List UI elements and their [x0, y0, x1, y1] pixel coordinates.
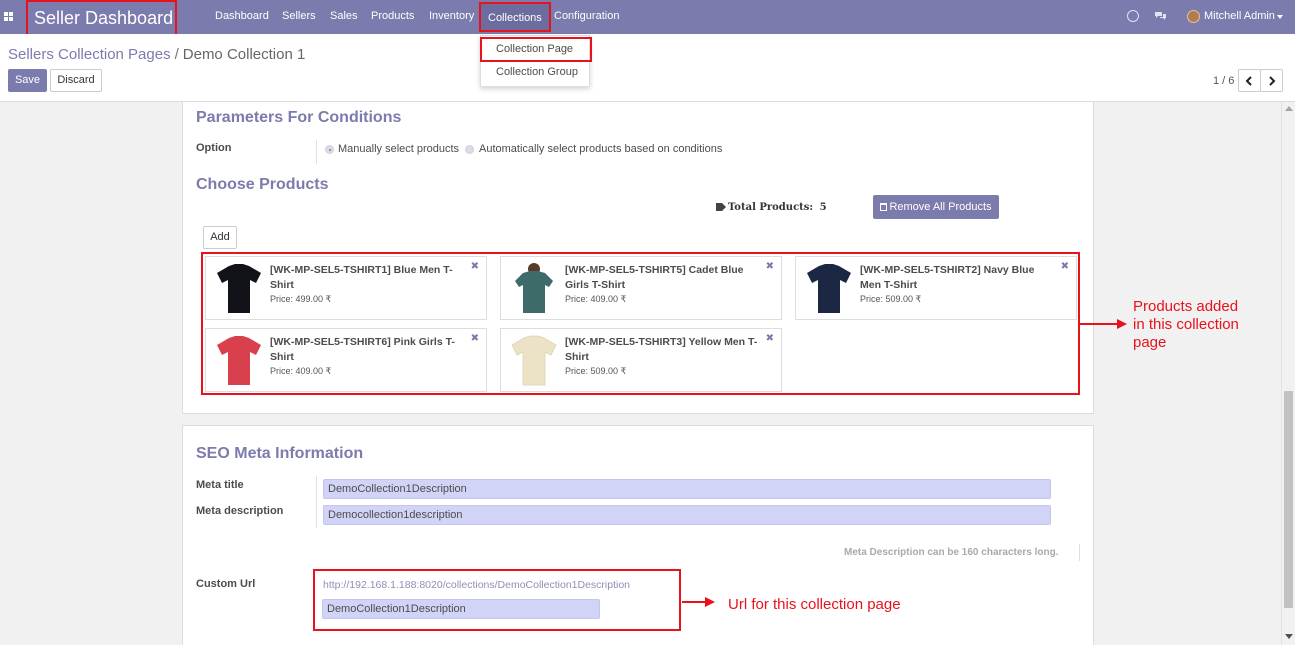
apps-grid-icon[interactable] [4, 12, 13, 21]
menu-products[interactable]: Products [371, 0, 414, 34]
breadcrumb-separator: / [174, 46, 179, 63]
tshirt-image [807, 264, 851, 313]
product-price: Price: 499.00 ₹ [270, 294, 332, 304]
product-price: Price: 509.00 ₹ [565, 366, 627, 376]
control-panel: Sellers Collection Pages / Demo Collection… [0, 34, 1295, 102]
form-sheet-seo: SEO Meta Information Meta title DemoColl… [182, 425, 1094, 645]
annotation-arrow [1079, 323, 1119, 325]
product-card[interactable]: [WK-MP-SEL5-TSHIRT2] Navy Blue Men T-Shi… [795, 256, 1077, 320]
radio-auto-select[interactable] [465, 145, 474, 154]
menu-sellers[interactable]: Sellers [282, 0, 316, 34]
remove-product-icon[interactable]: ✖ [766, 261, 774, 272]
scroll-down-arrow-icon[interactable] [1285, 634, 1293, 639]
menu-inventory[interactable]: Inventory [429, 0, 474, 34]
radio-manual-select[interactable] [325, 145, 334, 154]
remove-product-icon[interactable]: ✖ [471, 261, 479, 272]
custom-url-link[interactable]: http://192.168.1.188:8020/collections/De… [323, 579, 630, 591]
total-products-count: 5 [819, 202, 827, 213]
remove-product-icon[interactable]: ✖ [766, 333, 774, 344]
chat-icon[interactable] [1154, 10, 1166, 22]
menu-collection-page[interactable]: Collection Page [480, 37, 592, 62]
products-highlight-box: [WK-MP-SEL5-TSHIRT1] Blue Men T-Shirt Pr… [201, 252, 1080, 395]
tshirt-image [511, 335, 557, 386]
annotation-url-note: Url for this collection page [728, 596, 901, 613]
menu-collections[interactable]: Collections [479, 2, 551, 32]
remove-product-icon[interactable]: ✖ [1061, 261, 1069, 272]
activity-clock-icon[interactable] [1127, 10, 1139, 22]
menu-collection-group[interactable]: Collection Group [481, 62, 589, 82]
radio-manual-label[interactable]: Manually select products [338, 143, 459, 155]
annotation-line: Products added [1133, 298, 1239, 315]
total-products-label: Total Products: 5 [728, 202, 827, 213]
remove-all-label: Remove All Products [889, 201, 992, 213]
chevron-left-icon [1245, 76, 1252, 86]
chevron-right-icon [1269, 76, 1276, 86]
meta-description-input[interactable]: Democollection1description [323, 505, 1051, 525]
trash-icon [880, 203, 888, 211]
vertical-scrollbar[interactable] [1281, 102, 1295, 645]
form-sheet-conditions: Parameters For Conditions Option Manuall… [182, 102, 1094, 414]
tshirt-image [217, 336, 261, 385]
tag-icon [716, 203, 726, 211]
product-price: Price: 409.00 ₹ [565, 294, 627, 304]
product-name: [WK-MP-SEL5-TSHIRT1] Blue Men T-Shirt [270, 264, 453, 291]
product-card[interactable]: [WK-MP-SEL5-TSHIRT3] Yellow Men T-Shirt … [500, 328, 782, 392]
menu-sales[interactable]: Sales [330, 0, 358, 34]
breadcrumb-current: Demo Collection 1 [182, 46, 306, 63]
save-button[interactable]: Save [8, 69, 47, 92]
url-highlight-box: http://192.168.1.188:8020/collections/De… [313, 569, 681, 631]
conditions-section-title: Parameters For Conditions [196, 109, 402, 126]
product-name: [WK-MP-SEL5-TSHIRT5] Cadet Blue Girls T-… [565, 264, 744, 291]
product-price: Price: 509.00 ₹ [860, 294, 922, 304]
custom-url-input[interactable]: DemoCollection1Description [322, 599, 600, 619]
annotation-products-added: Products added in this collection page [1133, 298, 1239, 352]
total-products-text: Total Products: [728, 202, 814, 213]
radio-auto-label[interactable]: Automatically select products based on c… [479, 143, 722, 155]
meta-title-input[interactable]: DemoCollection1Description [323, 479, 1051, 499]
breadcrumb: Sellers Collection Pages / Demo Collection… [8, 46, 305, 63]
collections-dropdown-menu: Collection Page Collection Group [480, 35, 592, 87]
seo-section-title: SEO Meta Information [196, 445, 364, 462]
annotation-arrow [682, 601, 707, 603]
menu-dashboard[interactable]: Dashboard [215, 0, 269, 34]
pager-previous-button[interactable] [1238, 69, 1261, 92]
pager-next-button[interactable] [1260, 69, 1283, 92]
annotation-line: page [1133, 334, 1167, 351]
menu-configuration[interactable]: Configuration [554, 0, 619, 34]
pager-value[interactable]: 1 / 6 [1213, 75, 1234, 87]
add-product-button[interactable]: Add [203, 226, 237, 249]
remove-all-products-button[interactable]: Remove All Products [873, 195, 999, 219]
user-avatar[interactable] [1187, 10, 1200, 23]
scroll-up-arrow-icon[interactable] [1285, 106, 1293, 111]
top-navbar: Seller Dashboard Dashboard Sellers Sales… [0, 0, 1295, 36]
field-divider [316, 140, 317, 164]
breadcrumb-parent[interactable]: Sellers Collection Pages [8, 46, 171, 63]
discard-button[interactable]: Discard [50, 69, 102, 92]
annotation-arrow-head-icon [1117, 319, 1127, 329]
product-price: Price: 409.00 ₹ [270, 366, 332, 376]
user-menu-caret-icon[interactable] [1277, 15, 1283, 19]
product-name: [WK-MP-SEL5-TSHIRT2] Navy Blue Men T-Shi… [860, 264, 1035, 291]
tshirt-image [515, 263, 553, 313]
scroll-thumb[interactable] [1284, 391, 1293, 608]
product-name: [WK-MP-SEL5-TSHIRT3] Yellow Men T-Shirt [565, 336, 758, 363]
tshirt-image [217, 264, 261, 313]
meta-description-label: Meta description [196, 505, 284, 517]
product-card[interactable]: [WK-MP-SEL5-TSHIRT1] Blue Men T-Shirt Pr… [205, 256, 487, 320]
meta-description-help: Meta Description can be 160 characters l… [844, 547, 1059, 558]
field-divider [1079, 544, 1080, 561]
option-label: Option [196, 142, 232, 154]
product-card[interactable]: [WK-MP-SEL5-TSHIRT6] Pink Girls T-Shirt … [205, 328, 487, 392]
product-card[interactable]: [WK-MP-SEL5-TSHIRT5] Cadet Blue Girls T-… [500, 256, 782, 320]
meta-title-label: Meta title [196, 479, 244, 491]
app-brand-title[interactable]: Seller Dashboard [26, 0, 177, 36]
annotation-line: in this collection [1133, 316, 1239, 333]
field-divider [316, 476, 317, 528]
user-name[interactable]: Mitchell Admin [1204, 0, 1275, 33]
annotation-arrow-head-icon [705, 597, 715, 607]
choose-products-title: Choose Products [196, 176, 329, 193]
remove-product-icon[interactable]: ✖ [471, 333, 479, 344]
custom-url-label: Custom Url [196, 578, 256, 590]
product-name: [WK-MP-SEL5-TSHIRT6] Pink Girls T-Shirt [270, 336, 455, 363]
